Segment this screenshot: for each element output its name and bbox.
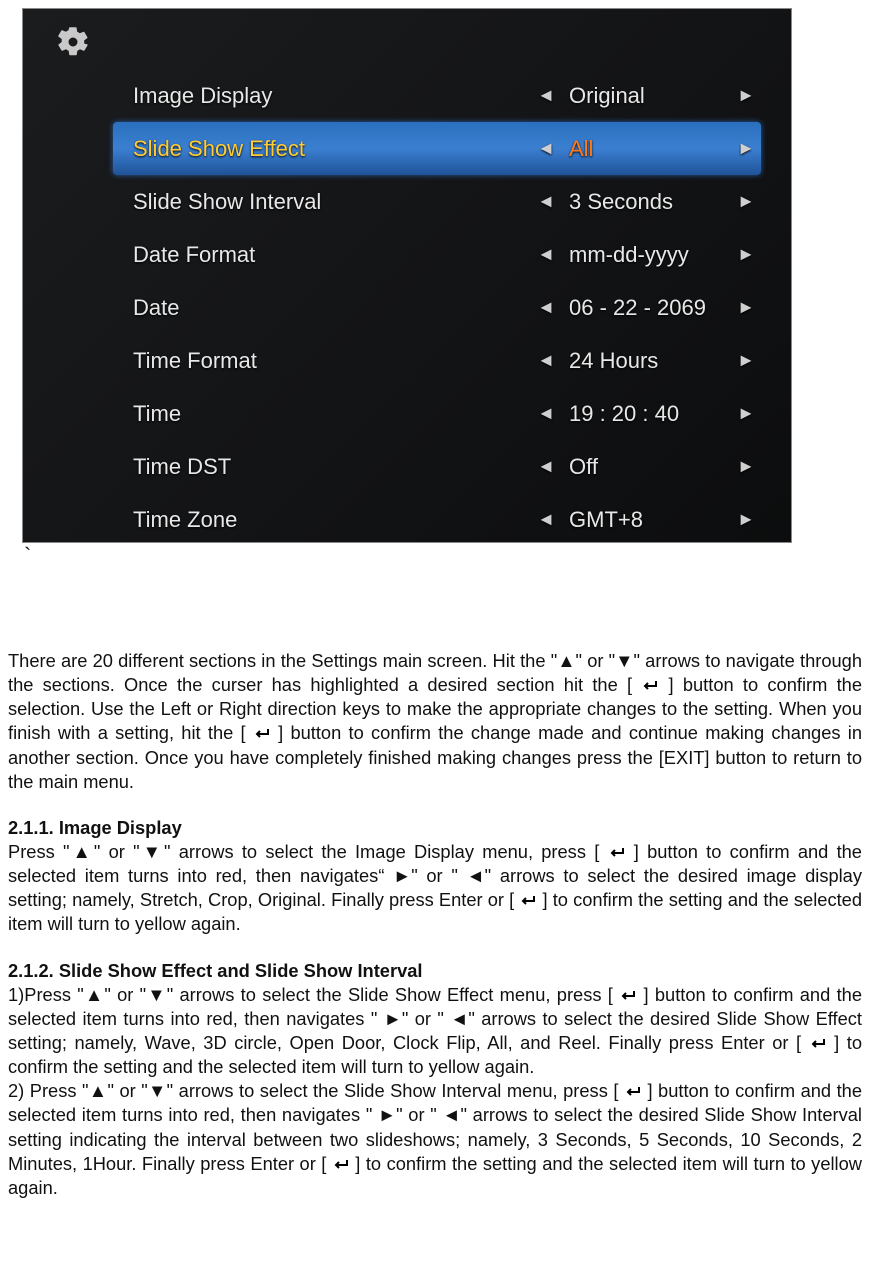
settings-row-value: 24 Hours [561,348,731,374]
stray-backtick: ` [24,543,31,569]
settings-row-value: 06 - 22 - 2069 [561,295,731,321]
settings-row-label: Time Format [133,348,531,374]
arrow-left-icon[interactable]: ◄ [531,85,561,106]
settings-row-value: All [561,136,731,162]
enter-icon [624,1085,642,1099]
heading-slide-show: 2.1.2. Slide Show Effect and Slide Show … [8,959,862,983]
slide-show-effect-paragraph: 1)Press "▲" or "▼" arrows to select the … [8,983,862,1080]
enter-icon [608,846,626,860]
arrow-left-icon[interactable]: ◄ [531,509,561,530]
arrow-left-icon[interactable]: ◄ [531,191,561,212]
arrow-left-icon[interactable]: ◄ [531,456,561,477]
settings-row[interactable]: Image Display◄Original► [133,69,761,122]
settings-row-label: Slide Show Effect [133,136,531,162]
settings-row-label: Image Display [133,83,531,109]
arrow-left-icon[interactable]: ◄ [531,403,561,424]
settings-row-label: Date Format [133,242,531,268]
settings-row-label: Time DST [133,454,531,480]
settings-row[interactable]: Date◄06 - 22 - 2069► [133,281,761,334]
settings-row-label: Time [133,401,531,427]
arrow-left-icon[interactable]: ◄ [531,244,561,265]
settings-row[interactable]: Time DST◄Off► [133,440,761,493]
settings-row-value: GMT+8 [561,507,731,533]
settings-row[interactable]: Time Zone◄GMT+8► [133,493,761,543]
arrow-right-icon[interactable]: ► [731,244,761,265]
slide-show-interval-paragraph: 2) Press "▲" or "▼" arrows to select the… [8,1079,862,1200]
settings-row[interactable]: Time Format◄24 Hours► [133,334,761,387]
enter-icon [641,679,659,693]
intro-paragraph: There are 20 different sections in the S… [8,649,862,794]
settings-menu: Image Display◄Original►Slide Show Effect… [23,69,791,543]
arrow-right-icon[interactable]: ► [731,191,761,212]
arrow-right-icon[interactable]: ► [731,456,761,477]
document-body: There are 20 different sections in the S… [0,569,876,1220]
enter-icon [519,894,537,908]
image-display-paragraph: Press "▲" or "▼" arrows to select the Im… [8,840,862,937]
settings-row-label: Date [133,295,531,321]
settings-row-value: Off [561,454,731,480]
arrow-right-icon[interactable]: ► [731,509,761,530]
settings-row-value: mm-dd-yyyy [561,242,731,268]
heading-image-display: 2.1.1. Image Display [8,816,862,840]
settings-row-value: Original [561,83,731,109]
settings-row-value: 3 Seconds [561,189,731,215]
arrow-right-icon[interactable]: ► [731,297,761,318]
arrow-right-icon[interactable]: ► [731,403,761,424]
settings-row-label: Time Zone [133,507,531,533]
arrow-right-icon[interactable]: ► [731,350,761,371]
arrow-right-icon[interactable]: ► [731,138,761,159]
settings-row-label: Slide Show Interval [133,189,531,215]
settings-row[interactable]: Slide Show Interval◄3 Seconds► [133,175,761,228]
settings-row-value: 19 : 20 : 40 [561,401,731,427]
settings-row[interactable]: Date Format◄mm-dd-yyyy► [133,228,761,281]
enter-icon [809,1037,827,1051]
gear-icon [55,24,91,60]
enter-icon [332,1158,350,1172]
settings-row[interactable]: Time◄19 : 20 : 40► [133,387,761,440]
enter-icon [619,989,637,1003]
settings-row[interactable]: Slide Show Effect◄All► [113,122,761,175]
enter-icon [253,727,271,741]
arrow-right-icon[interactable]: ► [731,85,761,106]
arrow-left-icon[interactable]: ◄ [531,350,561,371]
arrow-left-icon[interactable]: ◄ [531,297,561,318]
settings-screenshot: Image Display◄Original►Slide Show Effect… [22,8,792,543]
arrow-left-icon[interactable]: ◄ [531,138,561,159]
